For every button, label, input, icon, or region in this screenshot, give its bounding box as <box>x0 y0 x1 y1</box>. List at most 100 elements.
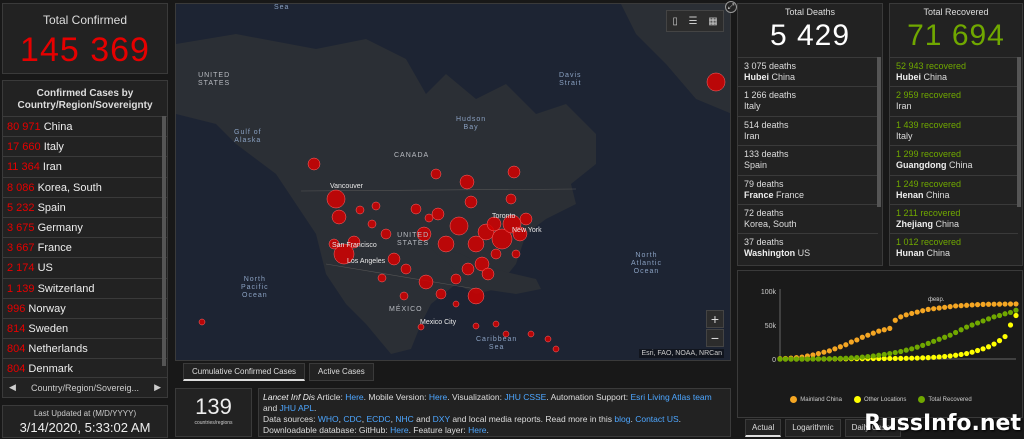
series-point-total-recovered[interactable] <box>920 342 926 348</box>
case-bubble[interactable] <box>490 248 502 260</box>
legend-item[interactable]: Total Recovered <box>918 396 972 403</box>
series-point-mainland-china[interactable] <box>958 303 964 309</box>
series-point-total-recovered[interactable] <box>793 356 800 362</box>
recovered-list-item[interactable]: 1 012 recovered Hunan China <box>890 233 1018 262</box>
series-point-total-recovered[interactable] <box>914 344 920 350</box>
country-list-item[interactable]: 814 Sweden <box>3 317 167 338</box>
series-point-total-recovered[interactable] <box>980 318 986 324</box>
legend-item[interactable]: Mainland China <box>790 396 842 403</box>
case-bubble[interactable] <box>331 209 347 225</box>
series-point-other-locations[interactable] <box>985 344 992 350</box>
series-point-mainland-china[interactable] <box>909 310 915 317</box>
series-point-total-recovered[interactable] <box>925 340 931 346</box>
link-who[interactable]: WHO <box>318 414 339 424</box>
series-point-total-recovered[interactable] <box>887 350 893 357</box>
series-point-mainland-china[interactable] <box>1002 301 1008 307</box>
series-point-mainland-china[interactable] <box>854 337 860 343</box>
series-point-mainland-china[interactable] <box>826 348 832 354</box>
case-bubble[interactable] <box>400 263 412 275</box>
series-point-mainland-china[interactable] <box>870 330 876 336</box>
series-point-mainland-china[interactable] <box>914 309 920 315</box>
case-bubble[interactable] <box>511 249 521 259</box>
chevron-left-icon[interactable]: ◀ <box>9 382 16 393</box>
series-point-total-recovered[interactable] <box>958 327 964 333</box>
series-point-other-locations[interactable] <box>980 346 986 352</box>
series-point-mainland-china[interactable] <box>925 306 931 312</box>
case-bubble[interactable] <box>387 252 401 266</box>
case-bubble[interactable] <box>355 205 365 215</box>
expand-map-icon[interactable]: ⤢ <box>725 1 737 13</box>
series-point-total-recovered[interactable] <box>991 314 997 320</box>
series-point-mainland-china[interactable] <box>953 303 959 309</box>
recovered-list-item[interactable]: 1 249 recovered Henan China <box>890 174 1018 204</box>
series-point-total-recovered[interactable] <box>876 352 882 358</box>
series-point-total-recovered[interactable] <box>1013 307 1019 313</box>
chevron-right-icon[interactable]: ▶ <box>154 382 161 393</box>
series-point-other-locations[interactable] <box>936 354 942 360</box>
link-jhu-apl[interactable]: JHU APL <box>280 403 315 413</box>
series-point-other-locations[interactable] <box>953 352 959 358</box>
link-ecdc[interactable]: ECDC <box>366 414 390 424</box>
country-list-item[interactable]: 996 Norway <box>3 297 167 318</box>
case-bubble[interactable] <box>418 274 434 290</box>
series-point-total-recovered[interactable] <box>898 348 904 355</box>
series-point-total-recovered[interactable] <box>848 355 854 361</box>
case-bubble[interactable] <box>527 330 535 338</box>
series-point-other-locations[interactable] <box>898 355 904 361</box>
qr-grid-icon[interactable]: ▦ <box>708 16 717 27</box>
series-point-mainland-china[interactable] <box>931 306 937 312</box>
case-bubble[interactable] <box>492 320 500 328</box>
case-bubble[interactable] <box>450 273 462 285</box>
country-selector[interactable]: ◀ Country/Region/Sovereig... ▶ <box>3 377 167 397</box>
series-point-mainland-china[interactable] <box>1007 301 1014 307</box>
series-point-other-locations[interactable] <box>925 355 931 361</box>
link-jhu-csse[interactable]: JHU CSSE <box>504 392 546 402</box>
series-point-other-locations[interactable] <box>969 349 975 355</box>
series-point-total-recovered[interactable] <box>947 332 953 338</box>
series-point-mainland-china[interactable] <box>848 339 854 345</box>
zoom-out-button[interactable]: − <box>706 329 724 347</box>
legend-list-icon[interactable]: ☰ <box>689 16 698 27</box>
case-bubble[interactable] <box>435 288 447 300</box>
case-bubble[interactable] <box>424 213 434 223</box>
series-point-total-recovered[interactable] <box>892 349 898 356</box>
series-point-mainland-china[interactable] <box>832 346 838 352</box>
series-point-other-locations[interactable] <box>1007 322 1014 328</box>
case-bubble[interactable] <box>437 235 455 253</box>
series-point-total-recovered[interactable] <box>777 356 783 362</box>
series-point-total-recovered[interactable] <box>859 354 865 360</box>
series-point-total-recovered[interactable] <box>964 324 970 330</box>
series-point-mainland-china[interactable] <box>1013 301 1019 307</box>
series-point-other-locations[interactable] <box>996 338 1003 344</box>
series-point-mainland-china[interactable] <box>898 314 904 320</box>
deaths-list-item[interactable]: 514 deaths Iran <box>738 115 878 145</box>
series-point-mainland-china[interactable] <box>947 304 953 310</box>
series-point-mainland-china[interactable] <box>887 325 893 331</box>
series-point-mainland-china[interactable] <box>859 334 865 340</box>
series-point-other-locations[interactable] <box>887 355 893 362</box>
case-bubble[interactable] <box>377 273 387 283</box>
series-point-mainland-china[interactable] <box>843 342 849 348</box>
case-bubble[interactable] <box>410 203 422 215</box>
deaths-list-item[interactable]: 79 deaths France France <box>738 174 878 204</box>
country-list-item[interactable]: 2 174 US <box>3 257 167 277</box>
tab-cumulative-confirmed[interactable]: Cumulative Confirmed Cases <box>183 363 306 381</box>
series-point-total-recovered[interactable] <box>974 320 981 326</box>
series-point-mainland-china[interactable] <box>821 349 827 355</box>
case-bubble[interactable] <box>367 219 377 229</box>
series-point-other-locations[interactable] <box>920 355 926 361</box>
link-blog[interactable]: blog <box>614 414 630 424</box>
series-point-other-locations[interactable] <box>1013 312 1019 319</box>
series-point-other-locations[interactable] <box>1002 333 1008 340</box>
series-point-total-recovered[interactable] <box>843 355 849 361</box>
link-cdc[interactable]: CDC <box>343 414 361 424</box>
series-point-mainland-china[interactable] <box>991 301 997 307</box>
link-dxy[interactable]: DXY <box>433 414 450 424</box>
series-point-total-recovered[interactable] <box>881 351 887 358</box>
tab-active-cases[interactable]: Active Cases <box>309 363 374 381</box>
case-bubble[interactable] <box>431 207 445 221</box>
series-point-total-recovered[interactable] <box>931 338 937 344</box>
series-point-mainland-china[interactable] <box>903 312 909 318</box>
case-bubble[interactable] <box>459 174 475 190</box>
link-nhc[interactable]: NHC <box>395 414 413 424</box>
